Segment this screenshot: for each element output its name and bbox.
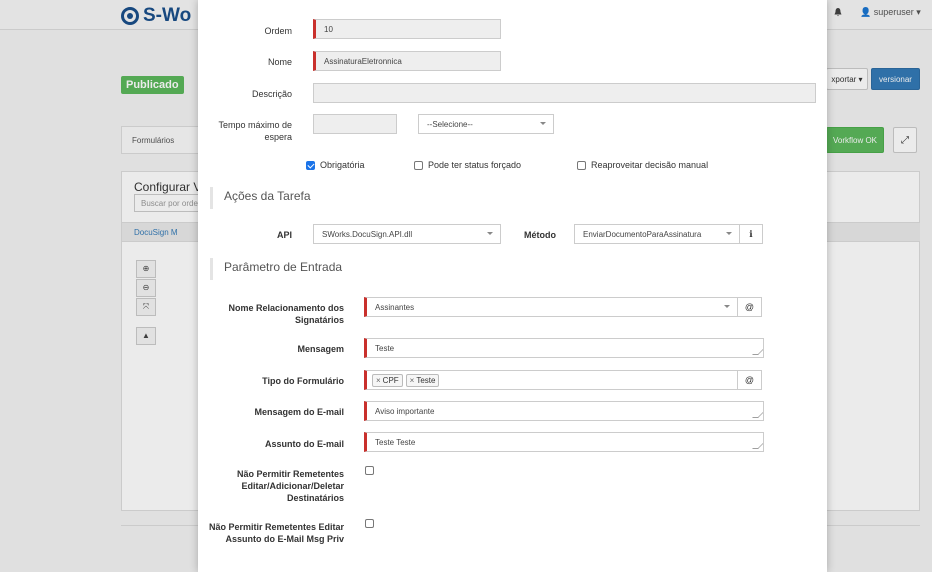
mensagem-textarea[interactable]: Teste bbox=[364, 338, 764, 358]
descricao-label: Descrição bbox=[251, 89, 292, 99]
tempo-label: Tempo máximo de espera bbox=[218, 120, 292, 142]
metodo-select[interactable]: EnviarDocumentoParaAssinatura bbox=[574, 224, 740, 244]
tag-label: CPF bbox=[382, 375, 399, 385]
checkbox-icon[interactable] bbox=[306, 160, 315, 170]
resize-handle-icon[interactable] bbox=[752, 412, 763, 418]
api-select[interactable]: SWorks.DocuSign.API.dll bbox=[313, 224, 501, 244]
tag-teste[interactable]: × Teste bbox=[405, 373, 440, 387]
chevron-down-icon bbox=[540, 122, 546, 125]
tag-cpf[interactable]: × CPF bbox=[372, 373, 403, 387]
info-icon[interactable]: ℹ bbox=[739, 224, 763, 244]
status-forcado-checkbox[interactable]: Pode ter status forçado bbox=[414, 160, 521, 170]
remove-tag-icon[interactable]: × bbox=[410, 376, 415, 385]
tipo-formulario-label: Tipo do Formulário bbox=[262, 376, 344, 386]
metodo-label: Método bbox=[524, 230, 556, 240]
tipo-formulario-multiselect[interactable]: × CPF × Teste bbox=[364, 370, 738, 390]
resize-handle-icon[interactable] bbox=[752, 443, 763, 449]
nao-permitir-assunto-checkbox[interactable] bbox=[365, 519, 374, 528]
relacionamento-label: Nome Relacionamento dos Signatários bbox=[228, 303, 344, 325]
chevron-down-icon bbox=[487, 232, 493, 235]
nome-label: Nome bbox=[267, 57, 292, 67]
ordem-field[interactable]: 10 bbox=[313, 19, 501, 39]
checkbox-icon[interactable] bbox=[414, 160, 423, 170]
metodo-value: EnviarDocumentoParaAssinatura bbox=[583, 229, 702, 239]
tempo-unit-select[interactable]: --Selecione-- bbox=[418, 114, 554, 134]
tempo-unit-value: --Selecione-- bbox=[427, 119, 473, 129]
obrigatoria-checkbox[interactable]: Obrigatória bbox=[306, 160, 365, 170]
task-modal: Ordem 10 Nome AssinaturaEletronnica Desc… bbox=[198, 0, 827, 572]
mensagem-value: Teste bbox=[375, 343, 395, 353]
obrigatoria-label: Obrigatória bbox=[320, 160, 365, 170]
mensagem-email-textarea[interactable]: Aviso importante bbox=[364, 401, 764, 421]
section-parametro-entrada: Parâmetro de Entrada bbox=[210, 258, 342, 280]
nao-permitir-assunto-label: Não Permitir Remetentes Editar Assunto d… bbox=[208, 522, 344, 544]
assunto-email-value: Teste Teste bbox=[375, 437, 416, 447]
reaproveitar-checkbox[interactable]: Reaproveitar decisão manual bbox=[577, 160, 708, 170]
reaproveitar-label: Reaproveitar decisão manual bbox=[591, 160, 709, 170]
tag-label: Teste bbox=[416, 375, 436, 385]
nome-field[interactable]: AssinaturaEletronnica bbox=[313, 51, 501, 71]
mensagem-label: Mensagem bbox=[297, 344, 344, 354]
chevron-down-icon bbox=[724, 305, 730, 308]
resize-handle-icon[interactable] bbox=[752, 349, 763, 355]
nao-permitir-destinatarios-checkbox[interactable] bbox=[365, 466, 374, 475]
section-acoes-tarefa: Ações da Tarefa bbox=[210, 187, 311, 209]
api-value: SWorks.DocuSign.API.dll bbox=[322, 229, 413, 239]
ordem-label: Ordem bbox=[264, 26, 292, 36]
mensagem-email-label: Mensagem do E-mail bbox=[254, 407, 344, 417]
descricao-field[interactable] bbox=[313, 83, 816, 103]
at-icon[interactable]: @ bbox=[737, 297, 762, 317]
remove-tag-icon[interactable]: × bbox=[376, 376, 381, 385]
relacionamento-select[interactable]: Assinantes bbox=[364, 297, 738, 317]
assunto-email-textarea[interactable]: Teste Teste bbox=[364, 432, 764, 452]
chevron-down-icon bbox=[726, 232, 732, 235]
status-forcado-label: Pode ter status forçado bbox=[428, 160, 522, 170]
relacionamento-value: Assinantes bbox=[375, 302, 415, 312]
mensagem-email-value: Aviso importante bbox=[375, 406, 435, 416]
api-label: API bbox=[276, 230, 292, 240]
checkbox-icon[interactable] bbox=[577, 160, 586, 170]
at-icon[interactable]: @ bbox=[737, 370, 762, 390]
tempo-field[interactable] bbox=[313, 114, 397, 134]
nao-permitir-destinatarios-label: Não Permitir Remetentes Editar/Adicionar… bbox=[236, 469, 344, 503]
assunto-email-label: Assunto do E-mail bbox=[264, 439, 344, 449]
